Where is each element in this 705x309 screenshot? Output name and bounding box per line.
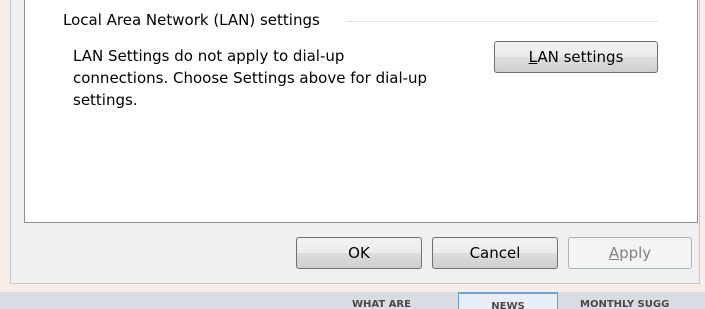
lan-description: LAN Settings do not apply to dial-up con…: [73, 45, 483, 111]
group-box-divider: [346, 21, 658, 22]
lan-description-line: LAN Settings do not apply to dial-up: [73, 47, 345, 65]
background-tab: WHAT ARE: [352, 299, 411, 309]
lan-settings-mnemonic: L: [528, 48, 538, 66]
background-tab-active: NEWS: [458, 292, 558, 309]
apply-button[interactable]: Apply: [568, 237, 692, 269]
lan-settings-button[interactable]: LAN settings: [494, 41, 658, 73]
cancel-button[interactable]: Cancel: [432, 237, 558, 269]
background-app-strip: WHAT ARE NEWS MONTHLY SUGG: [0, 292, 705, 309]
lan-group-title: Local Area Network (LAN) settings: [63, 11, 320, 29]
lan-settings-label: AN settings: [537, 48, 624, 66]
apply-mnemonic: A: [608, 244, 620, 262]
connections-tab-panel: [24, 0, 698, 223]
apply-label: pply: [619, 244, 652, 262]
background-tab: MONTHLY SUGG: [580, 299, 670, 309]
ok-button[interactable]: OK: [296, 237, 422, 269]
lan-description-line: connections. Choose Settings above for d…: [73, 69, 428, 87]
lan-description-line: settings.: [73, 91, 138, 109]
